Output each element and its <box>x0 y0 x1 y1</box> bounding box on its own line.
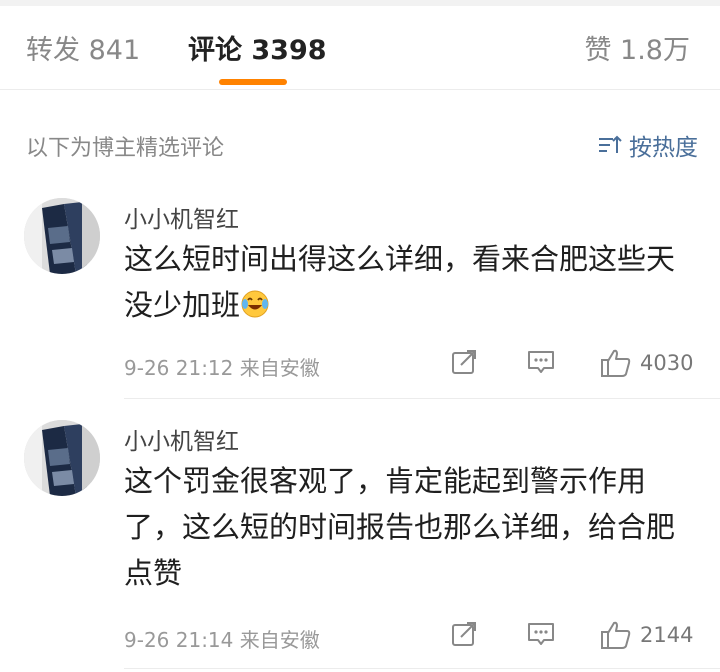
comment-text: 这个罚金很客观了，肯定能起到警示作用了，这么短的时间报告也那么详细，给合肥点赞 <box>124 464 676 590</box>
sort-label: 按热度 <box>629 135 698 161</box>
share-button[interactable] <box>450 348 478 376</box>
avatar[interactable] <box>24 420 100 496</box>
comment-text: 这么短时间出得这么详细，看来合肥这些天没少加班 <box>124 236 684 328</box>
tab-bar: 转发 841 评论 3398 赞 1.8万 <box>0 6 720 90</box>
comment-item: 小小机智红 这么短时间出得这么详细，看来合肥这些天没少加班 9-26 21:12… <box>0 190 720 400</box>
share-icon <box>452 622 476 646</box>
reply-icon <box>528 351 554 373</box>
filter-bar: 以下为博主精选评论 按热度 <box>0 126 720 166</box>
tab-active-indicator <box>219 79 287 85</box>
comment-text-body: 这么短时间出得这么详细，看来合肥这些天没少加班 <box>124 242 676 322</box>
sort-icon <box>599 135 622 153</box>
comment-divider <box>124 668 720 669</box>
comment-meta: 9-26 21:14 来自安徽 <box>124 628 320 652</box>
thumbs-up-icon <box>601 349 631 377</box>
share-icon <box>452 350 476 374</box>
reply-button[interactable] <box>526 348 556 376</box>
laughing-tears-emoji <box>241 290 269 318</box>
tab-like[interactable]: 赞 1.8万 <box>584 28 690 67</box>
like-button[interactable]: 2144 <box>600 620 693 650</box>
thumbs-up-icon <box>601 621 631 649</box>
comment-username[interactable]: 小小机智红 <box>124 200 239 234</box>
comment-username[interactable]: 小小机智红 <box>124 422 239 456</box>
avatar-image <box>24 420 100 496</box>
sort-by-hot-button[interactable]: 按热度 <box>597 128 698 162</box>
comment-divider <box>124 398 720 399</box>
comment-item: 小小机智红 这个罚金很客观了，肯定能起到警示作用了，这么短的时间报告也那么详细，… <box>0 412 720 670</box>
avatar[interactable] <box>24 198 100 274</box>
like-count: 4030 <box>640 351 694 375</box>
like-count: 2144 <box>640 623 694 647</box>
tab-repost[interactable]: 转发 841 <box>26 28 140 67</box>
featured-comments-label: 以下为博主精选评论 <box>26 136 225 161</box>
like-button[interactable]: 4030 <box>600 348 693 378</box>
reply-button[interactable] <box>526 620 556 648</box>
comment-meta: 9-26 21:12 来自安徽 <box>124 356 320 380</box>
share-button[interactable] <box>450 620 478 648</box>
reply-icon <box>528 623 554 645</box>
avatar-image <box>24 198 100 274</box>
